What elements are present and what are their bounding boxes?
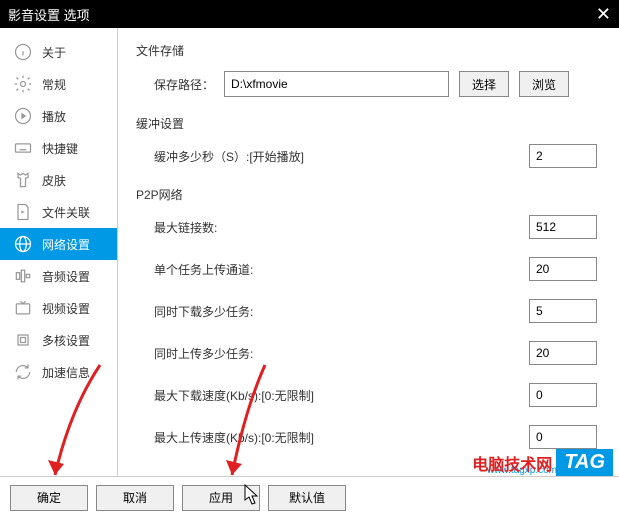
sidebar-item-skin[interactable]: 皮肤	[0, 164, 117, 196]
sidebar-item-playback[interactable]: 播放	[0, 100, 117, 132]
titlebar: 影音设置 选项 ✕	[0, 0, 619, 28]
globe-icon	[12, 233, 34, 255]
ul-tasks-input[interactable]	[529, 341, 597, 365]
sidebar-label: 文件关联	[42, 204, 90, 221]
tv-icon	[12, 297, 34, 319]
max-conn-input[interactable]	[529, 215, 597, 239]
max-dl-label: 最大下载速度(Kb/s):[0:无限制]	[154, 387, 334, 404]
cancel-button[interactable]: 取消	[96, 485, 174, 511]
ok-button[interactable]: 确定	[10, 485, 88, 511]
path-label: 保存路径：	[154, 76, 224, 93]
sidebar-label: 视频设置	[42, 300, 90, 317]
watermark: 电脑技术网 TAG	[472, 449, 613, 476]
upload-ch-input[interactable]	[529, 257, 597, 281]
sidebar-item-hotkey[interactable]: 快捷键	[0, 132, 117, 164]
shirt-icon	[12, 169, 34, 191]
sidebar-item-file-assoc[interactable]: 文件关联	[0, 196, 117, 228]
sidebar-label: 音频设置	[42, 268, 90, 285]
sidebar-label: 关于	[42, 44, 66, 61]
apply-button[interactable]: 应用	[182, 485, 260, 511]
sidebar-label: 多核设置	[42, 332, 90, 349]
max-ul-label: 最大上传速度(Kb/s):[0:无限制]	[154, 429, 334, 446]
gear-icon	[12, 73, 34, 95]
sidebar-label: 网络设置	[42, 236, 90, 253]
dl-tasks-label: 同时下载多少任务:	[154, 303, 334, 320]
sidebar-item-multicore[interactable]: 多核设置	[0, 324, 117, 356]
window-title: 影音设置 选项	[8, 5, 90, 24]
ul-tasks-label: 同时上传多少任务:	[154, 345, 334, 362]
watermark-text: 电脑技术网	[472, 451, 552, 475]
dl-tasks-input[interactable]	[529, 299, 597, 323]
sidebar-item-general[interactable]: 常规	[0, 68, 117, 100]
content-panel: 文件存储 保存路径： 选择 浏览 缓冲设置 缓冲多少秒（S）:[开始播放] P2…	[118, 28, 619, 476]
sidebar-label: 快捷键	[42, 140, 78, 157]
max-conn-label: 最大链接数:	[154, 219, 334, 236]
keyboard-icon	[12, 137, 34, 159]
refresh-icon	[12, 361, 34, 383]
audio-icon	[12, 265, 34, 287]
cpu-icon	[12, 329, 34, 351]
sidebar-label: 播放	[42, 108, 66, 125]
buffer-label: 缓冲多少秒（S）:[开始播放]	[154, 148, 334, 165]
save-path-input[interactable]	[224, 71, 449, 97]
max-dl-input[interactable]	[529, 383, 597, 407]
info-icon	[12, 41, 34, 63]
footer: 确定 取消 应用 默认值	[0, 476, 619, 518]
default-button[interactable]: 默认值	[268, 485, 346, 511]
sidebar-item-about[interactable]: 关于	[0, 36, 117, 68]
section-file-storage: 文件存储	[136, 42, 601, 59]
section-p2p: P2P网络	[136, 186, 601, 203]
file-icon	[12, 201, 34, 223]
sidebar: 关于 常规 播放 快捷键 皮肤 文件关联 网络设置 音频设置	[0, 28, 118, 476]
sidebar-item-accel[interactable]: 加速信息	[0, 356, 117, 388]
sidebar-item-video[interactable]: 视频设置	[0, 292, 117, 324]
watermark-tag: TAG	[556, 449, 613, 476]
sidebar-label: 常规	[42, 76, 66, 93]
sidebar-label: 加速信息	[42, 364, 90, 381]
upload-ch-label: 单个任务上传通道:	[154, 261, 334, 278]
buffer-input[interactable]	[529, 144, 597, 168]
max-ul-input[interactable]	[529, 425, 597, 449]
sidebar-item-network[interactable]: 网络设置	[0, 228, 117, 260]
section-buffer: 缓冲设置	[136, 115, 601, 132]
sidebar-item-audio[interactable]: 音频设置	[0, 260, 117, 292]
browse-button[interactable]: 浏览	[519, 71, 569, 97]
play-icon	[12, 105, 34, 127]
select-button[interactable]: 选择	[459, 71, 509, 97]
close-icon[interactable]: ✕	[596, 4, 611, 25]
sidebar-label: 皮肤	[42, 172, 66, 189]
